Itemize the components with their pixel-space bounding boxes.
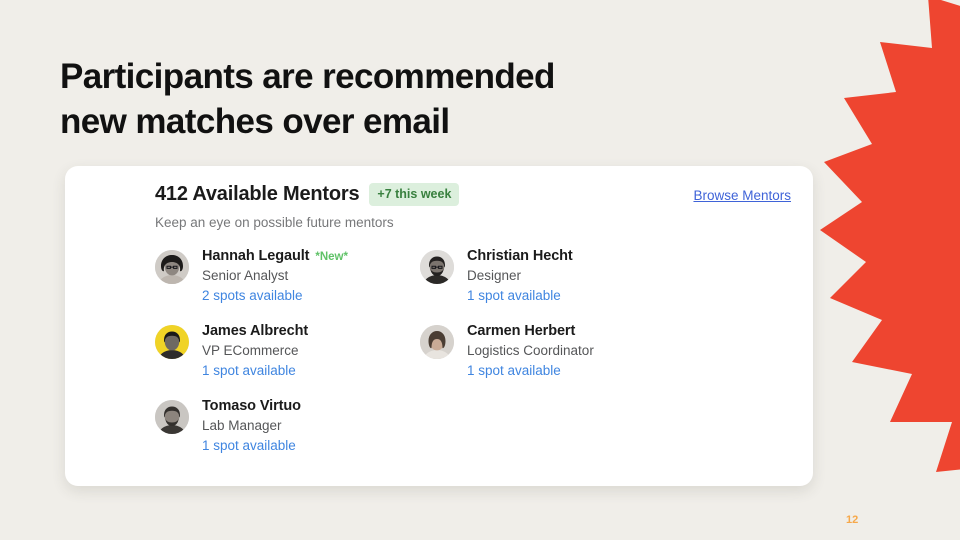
mentor-info: Christian Hecht Designer 1 spot available <box>467 248 573 303</box>
mentor-name-row: Christian Hecht <box>467 248 573 264</box>
page-title: Participants are recommended new matches… <box>60 54 660 144</box>
mentor-row[interactable]: Carmen Herbert Logistics Coordinator 1 spo… <box>420 323 700 398</box>
page-number: 12 <box>846 514 858 526</box>
mentor-column-left: Hannah Legault *New* Senior Analyst 2 spots… <box>155 248 425 473</box>
mentor-row[interactable]: Tomaso Virtuo Lab Manager 1 spot available <box>155 398 425 473</box>
mentor-role: Senior Analyst <box>202 268 348 283</box>
mentor-new-tag: *New* <box>315 251 348 263</box>
page-title-line-1: Participants are recommended <box>60 54 660 99</box>
mentor-role: VP ECommerce <box>202 343 308 358</box>
available-mentors-count: 412 Available Mentors <box>155 183 359 206</box>
mentor-spots-available[interactable]: 2 spots available <box>202 288 348 303</box>
mentor-spots-available[interactable]: 1 spot available <box>467 363 594 378</box>
mentor-column-right: Christian HechtDesigner1 spot availableC… <box>420 248 700 398</box>
new-this-week-badge: +7 this week <box>369 183 459 206</box>
mentor-name: Hannah Legault <box>202 248 309 264</box>
slide-canvas: Participants are recommended new matches… <box>0 0 960 540</box>
avatar <box>420 325 454 359</box>
mentor-info: Carmen Herbert Logistics Coordinator 1 spo… <box>467 323 594 378</box>
mentor-role: Logistics Coordinator <box>467 343 594 358</box>
card-subtitle: Keep an eye on possible future mentors <box>155 215 789 230</box>
mentor-row[interactable]: Christian Hecht Designer 1 spot available <box>420 248 700 323</box>
mentor-row[interactable]: Hannah Legault *New* Senior Analyst 2 spots… <box>155 248 425 323</box>
mentor-spots-available[interactable]: 1 spot available <box>467 288 573 303</box>
mentor-info: Tomaso Virtuo Lab Manager 1 spot available <box>202 398 301 453</box>
avatar <box>155 325 189 359</box>
avatar <box>155 250 189 284</box>
mentor-role: Designer <box>467 268 573 283</box>
mentor-name-row: Carmen Herbert <box>467 323 594 339</box>
mentor-info: James Albrecht VP ECommerce 1 spot availab… <box>202 323 308 378</box>
mentors-card: 412 Available Mentors +7 this week Keep … <box>65 166 813 486</box>
mentor-spots-available[interactable]: 1 spot available <box>202 363 308 378</box>
page-title-line-2: new matches over email <box>60 99 660 144</box>
mentor-row[interactable]: James Albrecht VP ECommerce 1 spot availab… <box>155 323 425 398</box>
browse-mentors-link[interactable]: Browse Mentors <box>693 188 791 203</box>
mentor-name-row: Hannah Legault *New* <box>202 248 348 264</box>
mentor-name: Carmen Herbert <box>467 323 575 339</box>
mentor-info: Hannah Legault *New* Senior Analyst 2 spots… <box>202 248 348 303</box>
mentor-name-row: James Albrecht <box>202 323 308 339</box>
mentor-name: Tomaso Virtuo <box>202 398 301 414</box>
avatar <box>155 400 189 434</box>
mentor-name-row: Tomaso Virtuo <box>202 398 301 414</box>
mentor-role: Lab Manager <box>202 418 301 433</box>
mentor-name: Christian Hecht <box>467 248 573 264</box>
mentor-name: James Albrecht <box>202 323 308 339</box>
mentor-spots-available[interactable]: 1 spot available <box>202 438 301 453</box>
avatar <box>420 250 454 284</box>
